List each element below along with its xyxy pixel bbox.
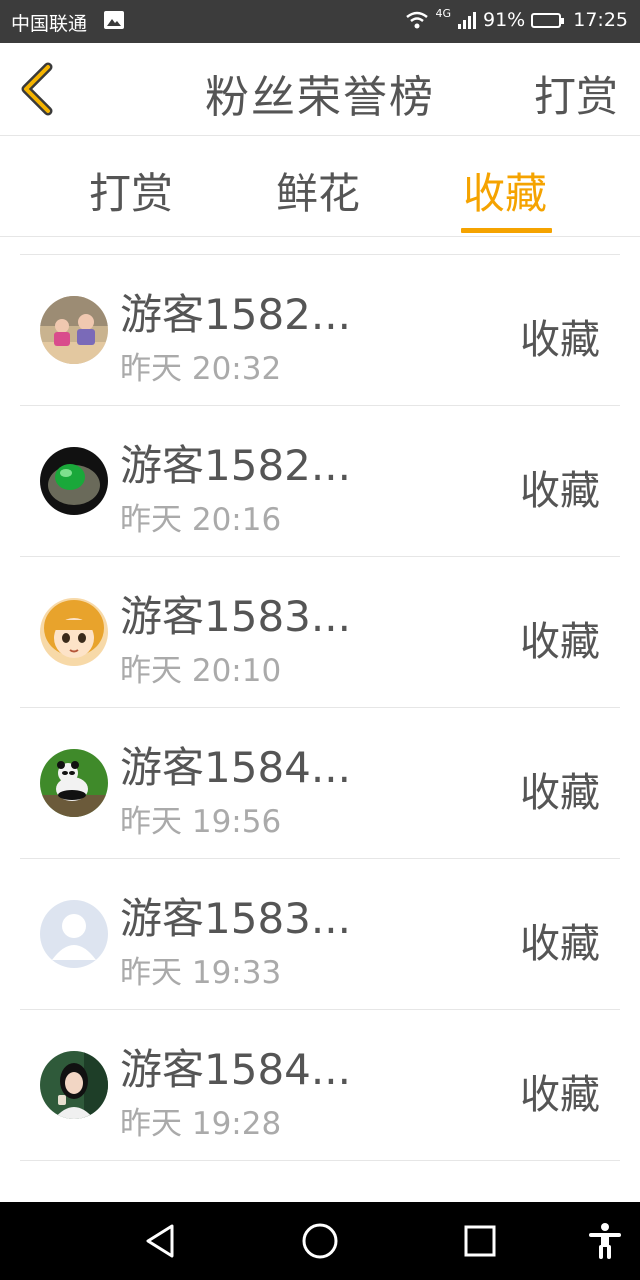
nav-home-button[interactable] [300, 1221, 340, 1261]
carrier-name: 中国联通 [11, 13, 88, 35]
nav-recents-button[interactable] [460, 1221, 500, 1261]
active-tab-indicator [461, 228, 552, 233]
system-navigation-bar [0, 1202, 640, 1280]
avatar [40, 447, 108, 515]
triangle-back-icon [146, 1224, 174, 1258]
user-name: 游客1584... [120, 1045, 351, 1094]
tab-favorites[interactable]: 收藏 [463, 160, 547, 221]
clock: 17:25 [573, 9, 628, 31]
tab-reward[interactable]: 打赏 [89, 160, 173, 221]
list-item[interactable]: 游客1584... 昨天 19:56 收藏 [20, 708, 620, 859]
avatar [40, 296, 108, 364]
user-name: 游客1583... [120, 592, 351, 641]
list-item[interactable]: 游客1583... 昨天 19:33 收藏 [20, 859, 620, 1010]
list-item[interactable]: 游客1582... 昨天 20:16 收藏 [20, 406, 620, 557]
list-item[interactable]: 游客1583... 昨天 20:10 收藏 [20, 557, 620, 708]
list-item[interactable] [20, 1161, 620, 1203]
timestamp: 昨天 19:28 [120, 1106, 282, 1142]
signal-icon [458, 12, 476, 29]
fan-list[interactable]: 游客1582... 昨天 20:32 收藏 游客1582... 昨天 20:16… [20, 254, 620, 1203]
tab-bar: 打赏 鲜花 收藏 [0, 136, 640, 237]
wifi-icon [406, 11, 429, 29]
timestamp: 昨天 19:33 [120, 955, 282, 991]
user-name: 游客1584... [120, 743, 351, 792]
header-bar: 粉丝荣誉榜 打赏 [0, 43, 640, 136]
battery-icon [531, 12, 565, 28]
accessibility-icon [589, 1223, 621, 1259]
reward-button[interactable]: 打赏 [534, 63, 618, 124]
timestamp: 昨天 20:10 [120, 653, 282, 689]
timestamp: 昨天 20:16 [120, 502, 282, 538]
action-type-label: 收藏 [520, 619, 600, 665]
action-type-label: 收藏 [520, 1072, 600, 1118]
action-type-label: 收藏 [520, 317, 600, 363]
accessibility-button[interactable] [585, 1221, 625, 1261]
network-type: 4G [435, 6, 451, 20]
avatar [40, 598, 108, 666]
nav-back-button[interactable] [140, 1221, 180, 1261]
action-type-label: 收藏 [520, 770, 600, 816]
avatar [40, 749, 108, 817]
timestamp: 昨天 20:32 [120, 351, 282, 387]
user-name: 游客1582... [120, 441, 351, 490]
list-item[interactable]: 游客1584... 昨天 19:28 收藏 [20, 1010, 620, 1161]
square-recents-icon [464, 1225, 496, 1257]
action-type-label: 收藏 [520, 921, 600, 967]
status-bar: 中国联通 4G 91% 17:25 [0, 0, 640, 43]
user-name: 游客1582... [120, 290, 351, 339]
status-right: 4G 91% 17:25 [405, 6, 628, 31]
avatar [40, 1051, 108, 1119]
user-name: 游客1583... [120, 894, 351, 943]
timestamp: 昨天 19:56 [120, 804, 282, 840]
battery-percent: 91% [483, 9, 526, 31]
action-type-label: 收藏 [520, 468, 600, 514]
circle-home-icon [302, 1223, 338, 1259]
avatar [40, 900, 108, 968]
list-item[interactable]: 游客1582... 昨天 20:32 收藏 [20, 255, 620, 406]
tab-flowers[interactable]: 鲜花 [276, 160, 360, 221]
image-notification-icon [104, 11, 124, 29]
